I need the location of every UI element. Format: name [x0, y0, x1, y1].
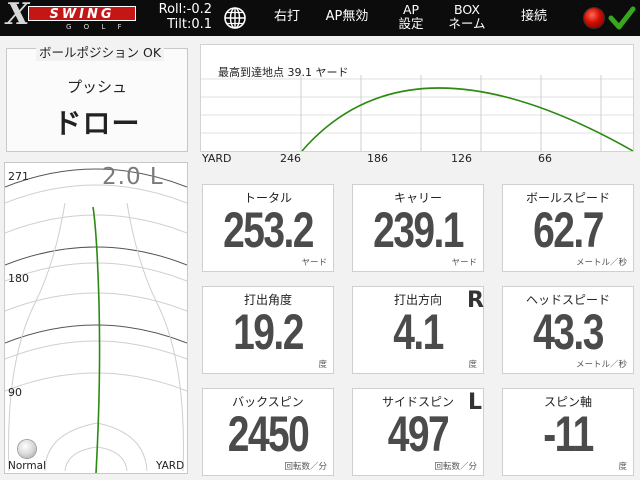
view-mode-label[interactable]: Normal	[8, 460, 46, 472]
shot-type-label: プッシュ	[66, 78, 127, 96]
box-name-label-2: ネーム	[448, 16, 486, 31]
trajectory-tick: 66	[538, 152, 552, 165]
trajectory-axis-unit: YARD	[202, 152, 232, 165]
top-view-unit: YARD	[156, 460, 185, 472]
tilt-value: Tilt:0.1	[167, 17, 212, 32]
tile-value: -11	[543, 406, 594, 462]
tile-unit: 回転数／分	[434, 462, 477, 472]
top-view-tick: 180	[8, 272, 29, 285]
back-spin-tile: バックスピン 2450 回転数／分	[202, 388, 334, 476]
right-hand-button[interactable]: 右打	[270, 0, 304, 36]
trajectory-panel	[200, 44, 634, 152]
spin-axis-tile: スピン軸 -11 度	[502, 388, 634, 476]
status-indicator-icon	[584, 8, 604, 28]
shot-shape-label: ドロー	[53, 107, 141, 140]
side-spin-tile: サイドスピン 497 回転数／分	[352, 388, 484, 476]
top-view-tick: 90	[8, 386, 22, 399]
golf-ball-icon[interactable]	[18, 440, 36, 458]
top-view-tick: 271	[8, 170, 29, 183]
box-name-label-1: BOX	[454, 2, 480, 17]
tile-unit: 度	[318, 360, 327, 370]
lateral-distance: 2.0 L	[102, 164, 164, 190]
ap-settings-label-2: 設定	[398, 16, 424, 31]
connect-button[interactable]: 接続	[514, 0, 554, 36]
tile-value: 4.1	[393, 304, 444, 360]
launch-direction-tile: 打出方向 4.1 度	[352, 286, 484, 374]
ap-settings-button[interactable]: AP 設定	[392, 0, 430, 36]
logo-swing: SWING	[28, 6, 136, 22]
roll-tilt-readout: Roll:-0.2 Tilt:0.1	[148, 2, 212, 32]
top-toolbar: X SWING G O L F Roll:-0.2 Tilt:0.1 右打 AP…	[0, 0, 640, 36]
tile-unit: メートル／秒	[575, 258, 627, 268]
trajectory-tick: 126	[451, 152, 472, 165]
tile-value: 19.2	[233, 304, 304, 360]
launch-angle-tile: 打出角度 19.2 度	[202, 286, 334, 374]
tile-value: 2450	[227, 406, 310, 462]
logo-x: X	[6, 0, 30, 32]
xswing-logo: X SWING G O L F	[6, 0, 138, 32]
tile-value: 43.3	[533, 304, 604, 360]
tile-unit: 度	[618, 462, 627, 472]
tile-value: 62.7	[533, 202, 604, 258]
ap-settings-label-1: AP	[402, 2, 420, 17]
trajectory-tick: 186	[367, 152, 388, 165]
globe-icon[interactable]	[223, 6, 247, 30]
trajectory-chart	[201, 75, 633, 151]
tile-unit: メートル／秒	[575, 360, 627, 370]
checkmark-icon[interactable]	[608, 4, 636, 32]
side-spin-side: L	[468, 390, 483, 415]
tile-unit: 度	[468, 360, 477, 370]
max-height-label: 最高到達地点 39.1 ヤード	[218, 66, 349, 79]
tile-unit: ヤード	[301, 258, 327, 268]
box-name-button[interactable]: BOX ネーム	[444, 0, 490, 36]
carry-tile: キャリー 239.1 ヤード	[352, 184, 484, 272]
ball-position-title: ボールポジション OK	[36, 42, 165, 61]
tile-value: 239.1	[373, 202, 464, 258]
head-speed-tile: ヘッドスピード 43.3 メートル／秒	[502, 286, 634, 374]
tile-unit: 回転数／分	[284, 462, 327, 472]
launch-direction-side: R	[467, 288, 484, 313]
tile-value: 253.2	[223, 202, 314, 258]
ball-speed-tile: ボールスピード 62.7 メートル／秒	[502, 184, 634, 272]
tile-unit: ヤード	[451, 258, 477, 268]
trajectory-tick: 246	[280, 152, 301, 165]
logo-golf: G O L F	[66, 23, 127, 31]
ap-disabled-button[interactable]: AP無効	[318, 0, 376, 36]
total-tile: トータル 253.2 ヤード	[202, 184, 334, 272]
top-view-chart	[5, 168, 187, 473]
roll-value: Roll:-0.2	[158, 2, 212, 17]
top-view-panel	[4, 162, 188, 474]
tile-value: 497	[387, 406, 450, 462]
